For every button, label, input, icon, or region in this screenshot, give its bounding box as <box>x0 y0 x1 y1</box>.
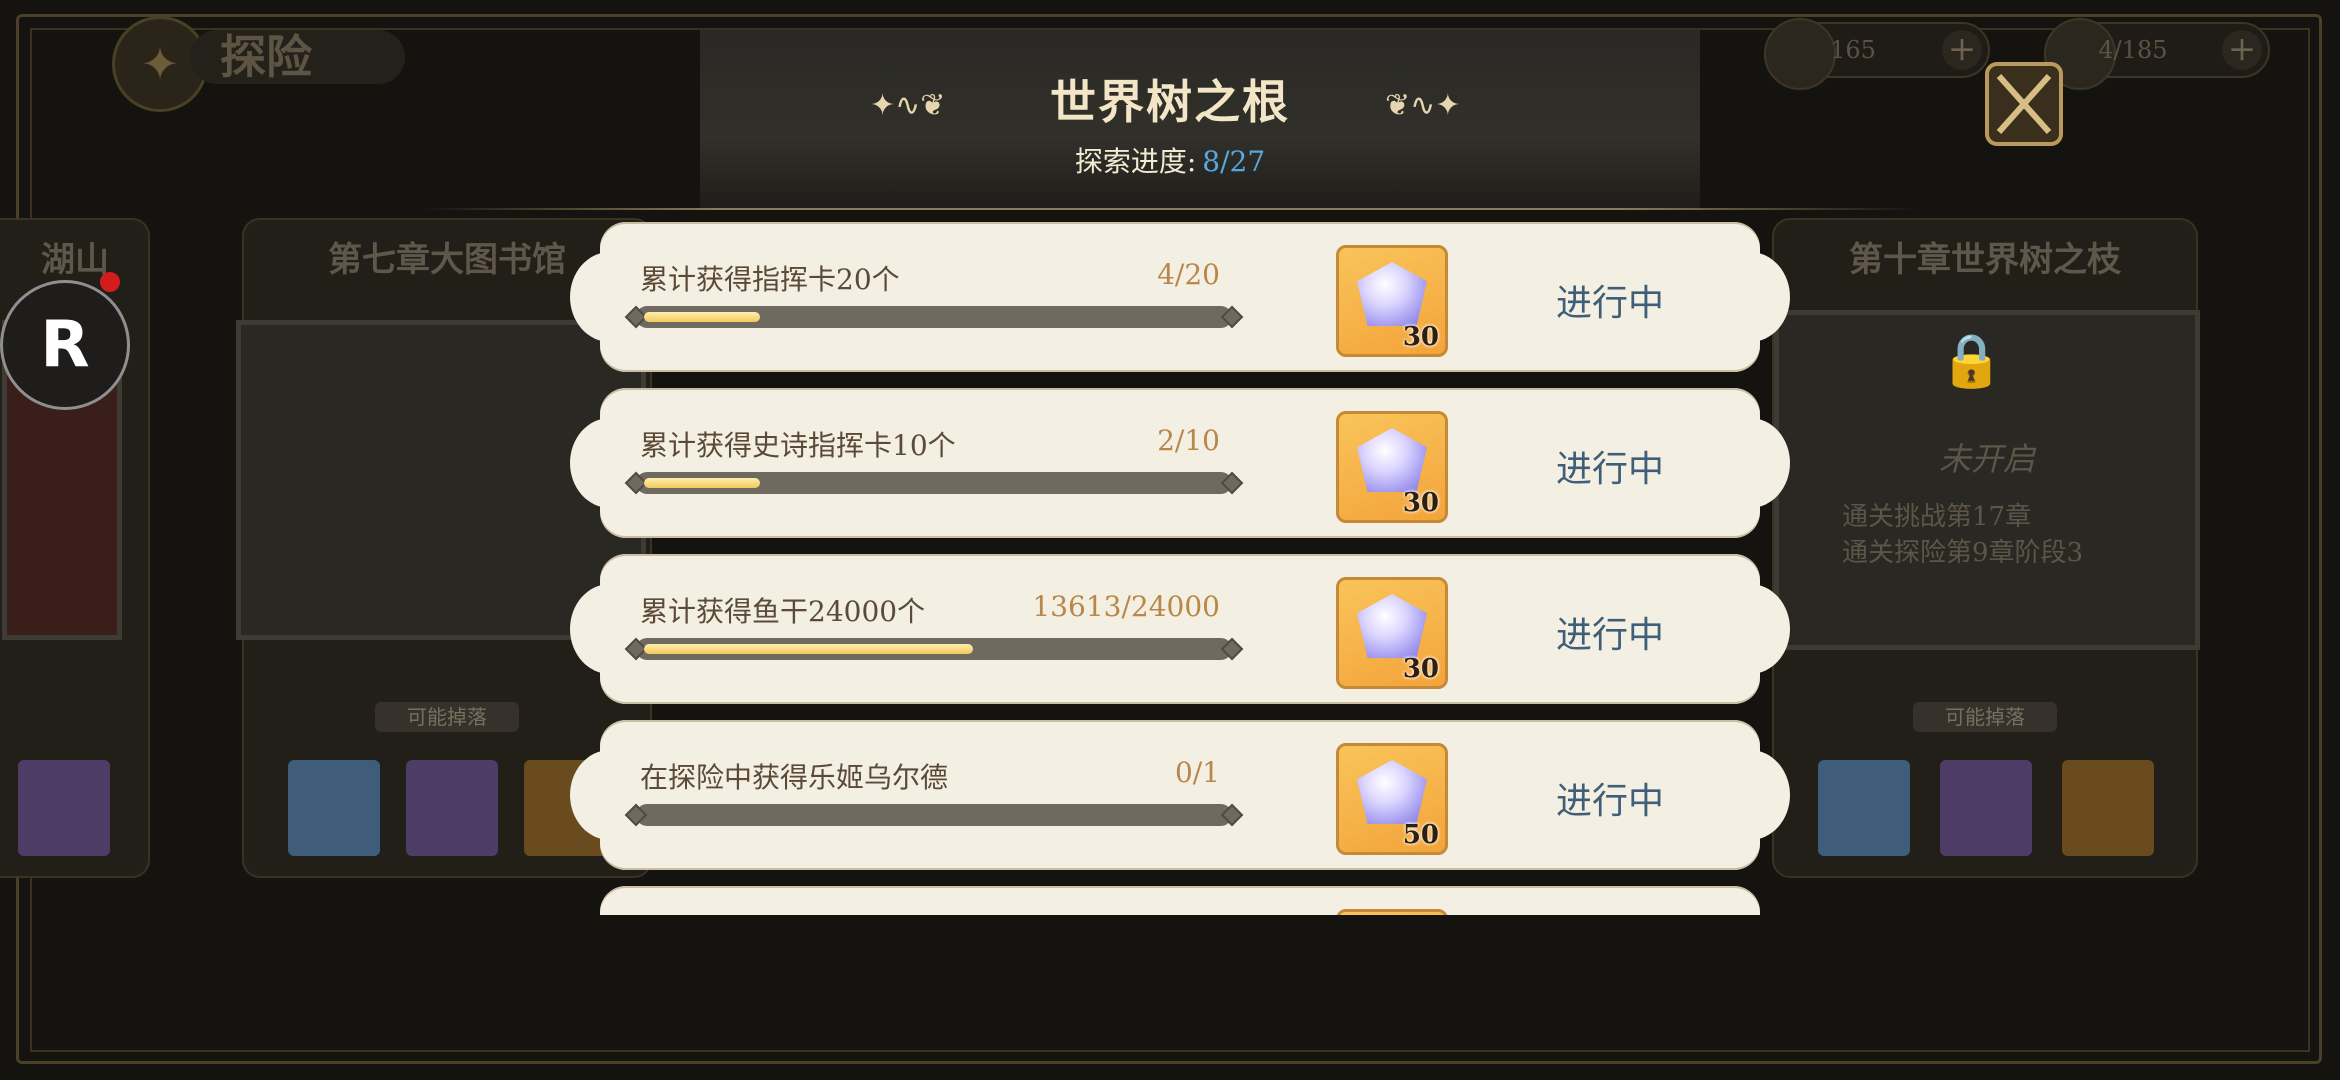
resource-counter-1: 165 + <box>1764 18 1990 90</box>
chapter7-drop-thumb-2 <box>406 760 498 856</box>
resource-1-plus-button[interactable]: + <box>1942 30 1982 70</box>
task-row: 在探险中获得乐姬乌尔德 0/1 50 进行中 <box>570 720 1790 870</box>
gem-icon <box>1357 262 1427 326</box>
task-status: 进行中 <box>1555 615 1664 656</box>
task-count: 4/20 <box>1157 258 1220 291</box>
chapter10-drop-label: 可能掉落 <box>1913 702 2057 732</box>
reward-quantity: 30 <box>1402 488 1439 518</box>
task-progress-fill <box>644 644 973 654</box>
task-progress-bar <box>636 306 1232 328</box>
reward-item[interactable]: 30 <box>1336 411 1448 523</box>
notification-badge <box>100 272 120 292</box>
task-count: 2/10 <box>1157 424 1220 457</box>
task-status: 进行中 <box>1555 283 1664 324</box>
reward-item[interactable]: 30 <box>1336 245 1448 357</box>
exploration-progress: 探索进度: 8/27 <box>870 140 1470 180</box>
task-status: 进行中 <box>1555 449 1664 490</box>
chapter10-requirement-2: 通关探险第9章阶段3 <box>1842 538 2084 568</box>
resource-counter-2: 4/185 + <box>2044 18 2270 90</box>
exploration-progress-label: 探索进度: <box>1074 145 1197 178</box>
gem-icon <box>1357 428 1427 492</box>
task-list[interactable]: 累计获得指挥卡20个 4/20 30 进行中 累计获得史诗指挥卡10个 2/10… <box>560 220 1800 915</box>
chapter10-title: 第十章世界树之枝 <box>1849 240 2121 280</box>
task-name: 累计获得指挥卡20个 <box>640 263 900 296</box>
reward-item[interactable]: 30 <box>1336 577 1448 689</box>
task-name: 累计获得鱼干24000个 <box>640 595 926 628</box>
task-progress-fill <box>644 478 760 488</box>
task-row-partial <box>600 886 1760 915</box>
chapter7-drop-thumb-1 <box>288 760 380 856</box>
background-card-chapter10[interactable]: 第十章世界树之枝 🔒 未开启 通关挑战第17章 通关探险第9章阶段3 可能掉落 <box>1772 218 2200 878</box>
close-button[interactable] <box>1985 62 2063 146</box>
task-count: 13613/24000 <box>1032 590 1220 623</box>
chapter10-drop-thumb-3 <box>2062 760 2154 856</box>
chapter10-drop-thumb-1 <box>1818 760 1910 856</box>
chapter10-requirement-1: 通关挑战第17章 <box>1842 502 2032 532</box>
task-progress-fill <box>644 312 760 322</box>
task-progress-bar <box>636 472 1232 494</box>
resource-2-plus-button[interactable]: + <box>2222 30 2262 70</box>
background-card-left-edge-title: 湖山 <box>41 240 109 280</box>
task-status: 进行中 <box>1555 781 1664 822</box>
task-count: 0/1 <box>1174 756 1220 789</box>
exploration-progress-value: 8/27 <box>1202 145 1266 178</box>
task-row: 累计获得鱼干24000个 13613/24000 30 进行中 <box>570 554 1790 704</box>
floating-r-button[interactable]: R <box>0 280 130 410</box>
chapter10-locked-label: 未开启 <box>1938 440 2035 478</box>
reward-quantity: 30 <box>1402 322 1439 352</box>
page-title: 探险 <box>190 30 405 84</box>
lock-icon: 🔒 <box>1939 331 2004 391</box>
task-row: 累计获得史诗指挥卡10个 2/10 30 进行中 <box>570 388 1790 538</box>
chapter10-drop-thumb-2 <box>1940 760 2032 856</box>
close-icon <box>1996 74 2052 134</box>
reward-quantity: 50 <box>1402 820 1439 850</box>
reward-item[interactable]: 50 <box>1336 743 1448 855</box>
gem-icon <box>1357 594 1427 658</box>
background-card-left-edge-drop <box>18 760 110 856</box>
reward-quantity: 30 <box>1402 654 1439 684</box>
task-row: 累计获得指挥卡20个 4/20 30 进行中 <box>570 222 1790 372</box>
header-divider <box>420 208 1920 210</box>
resource-2-value: 4/185 <box>2098 36 2168 64</box>
dialog-title: 世界树之根 <box>1050 75 1290 129</box>
gem-icon <box>1357 760 1427 824</box>
resource-1-value: 165 <box>1830 36 1876 64</box>
reward-item[interactable] <box>1336 909 1448 915</box>
task-progress-bar <box>636 638 1232 660</box>
task-progress-bar <box>636 804 1232 826</box>
chapter7-drop-label: 可能掉落 <box>375 702 519 732</box>
